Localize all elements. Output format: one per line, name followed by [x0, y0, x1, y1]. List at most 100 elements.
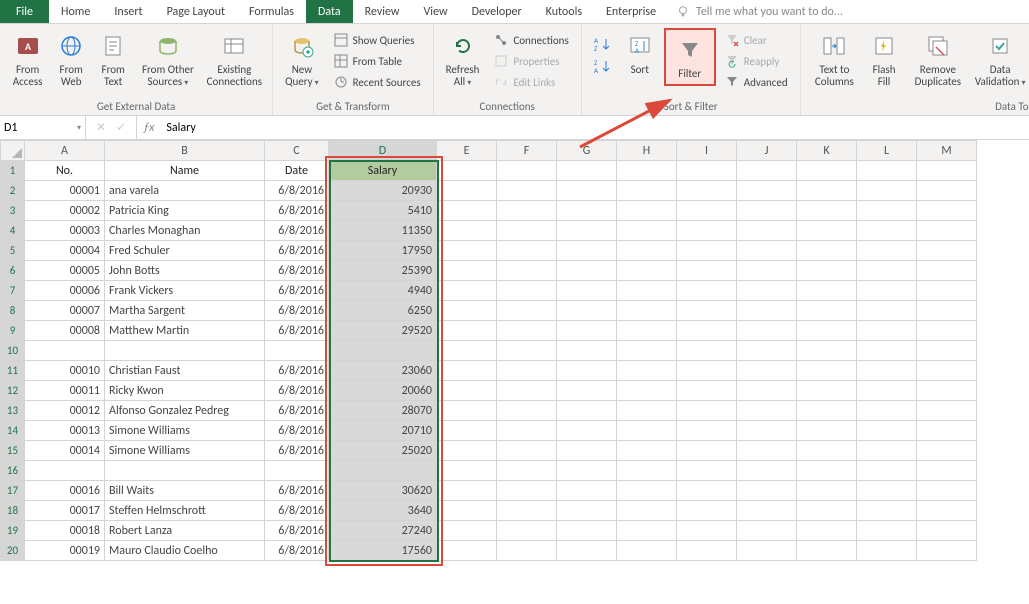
from-table-button[interactable]: From Table	[331, 51, 423, 71]
cell[interactable]	[617, 321, 677, 341]
row-header[interactable]: 6	[1, 261, 25, 281]
cell[interactable]	[617, 161, 677, 181]
cell[interactable]	[737, 481, 797, 501]
row-header[interactable]: 3	[1, 201, 25, 221]
cell[interactable]	[557, 421, 617, 441]
enter-formula-icon[interactable]: ✓	[116, 120, 126, 135]
cell[interactable]	[557, 441, 617, 461]
cell[interactable]	[797, 181, 857, 201]
cell[interactable]: 6/8/2016	[265, 221, 329, 241]
cell[interactable]	[437, 281, 497, 301]
from-access-button[interactable]: A From Access	[6, 28, 49, 90]
cell[interactable]	[557, 341, 617, 361]
cell[interactable]	[857, 481, 917, 501]
cell[interactable]	[917, 541, 977, 561]
cell[interactable]	[737, 281, 797, 301]
cell[interactable]	[677, 241, 737, 261]
show-queries-button[interactable]: Show Queries	[331, 30, 423, 50]
cell[interactable]	[105, 461, 265, 481]
cell[interactable]	[737, 361, 797, 381]
cell[interactable]	[917, 181, 977, 201]
row-header[interactable]: 5	[1, 241, 25, 261]
cell[interactable]	[557, 281, 617, 301]
cell[interactable]: Steffen Helmschrott	[105, 501, 265, 521]
cell[interactable]	[857, 181, 917, 201]
data-validation-button[interactable]: Data Validation▾	[972, 28, 1029, 90]
reapply-button[interactable]: Reapply	[722, 51, 790, 71]
cell[interactable]	[737, 401, 797, 421]
cell[interactable]	[437, 421, 497, 441]
cancel-formula-icon[interactable]: ✕	[96, 120, 106, 135]
cell[interactable]	[329, 341, 437, 361]
cell[interactable]: 6/8/2016	[265, 201, 329, 221]
cell[interactable]: 00003	[25, 221, 105, 241]
cell[interactable]	[917, 461, 977, 481]
cell[interactable]: 27240	[329, 521, 437, 541]
cell[interactable]	[617, 181, 677, 201]
cell[interactable]: 25390	[329, 261, 437, 281]
cell[interactable]	[737, 421, 797, 441]
cell[interactable]: 23060	[329, 361, 437, 381]
cell[interactable]	[797, 361, 857, 381]
row-header[interactable]: 4	[1, 221, 25, 241]
cell[interactable]: John Botts	[105, 261, 265, 281]
cell[interactable]: Martha Sargent	[105, 301, 265, 321]
cell[interactable]	[857, 461, 917, 481]
cell[interactable]	[557, 241, 617, 261]
cell[interactable]	[917, 201, 977, 221]
cell[interactable]	[497, 441, 557, 461]
cell[interactable]	[737, 221, 797, 241]
cell[interactable]	[917, 281, 977, 301]
cell[interactable]: 6/8/2016	[265, 421, 329, 441]
cell[interactable]: 00008	[25, 321, 105, 341]
cell[interactable]	[497, 501, 557, 521]
cell[interactable]	[677, 501, 737, 521]
cell[interactable]	[677, 361, 737, 381]
name-box-input[interactable]	[4, 121, 75, 135]
cell[interactable]	[497, 521, 557, 541]
cell[interactable]	[557, 301, 617, 321]
cell[interactable]	[437, 501, 497, 521]
row-header[interactable]: 14	[1, 421, 25, 441]
cell[interactable]	[737, 461, 797, 481]
cell[interactable]	[437, 361, 497, 381]
cell[interactable]	[497, 421, 557, 441]
cell[interactable]	[497, 281, 557, 301]
row-header[interactable]: 1	[1, 161, 25, 181]
cell[interactable]	[737, 541, 797, 561]
cell[interactable]: 6/8/2016	[265, 521, 329, 541]
cell[interactable]	[737, 321, 797, 341]
cell[interactable]: 00006	[25, 281, 105, 301]
cell[interactable]	[917, 501, 977, 521]
cell[interactable]	[677, 461, 737, 481]
cell[interactable]: 11350	[329, 221, 437, 241]
cell[interactable]	[857, 281, 917, 301]
cell[interactable]	[437, 161, 497, 181]
cell[interactable]	[557, 221, 617, 241]
from-other-sources-button[interactable]: From Other Sources▾	[135, 28, 200, 90]
cell[interactable]: 00012	[25, 401, 105, 421]
cell[interactable]	[557, 401, 617, 421]
cell[interactable]	[617, 301, 677, 321]
cell[interactable]	[737, 261, 797, 281]
cell[interactable]: 00017	[25, 501, 105, 521]
tab-enterprise[interactable]: Enterprise	[594, 0, 668, 23]
cell[interactable]	[497, 241, 557, 261]
cell[interactable]	[797, 401, 857, 421]
cell[interactable]: 5410	[329, 201, 437, 221]
cell[interactable]: 00001	[25, 181, 105, 201]
cell[interactable]: Bill Waits	[105, 481, 265, 501]
cell[interactable]: 17950	[329, 241, 437, 261]
cell[interactable]	[677, 261, 737, 281]
cell[interactable]	[617, 361, 677, 381]
row-header[interactable]: 20	[1, 541, 25, 561]
sort-desc-button[interactable]: ZA	[592, 56, 612, 76]
cell[interactable]	[677, 521, 737, 541]
cell[interactable]	[437, 241, 497, 261]
cell[interactable]	[857, 321, 917, 341]
cell[interactable]	[329, 461, 437, 481]
cell[interactable]	[797, 341, 857, 361]
cell[interactable]	[917, 481, 977, 501]
cell[interactable]: 6/8/2016	[265, 541, 329, 561]
column-header-F[interactable]: F	[497, 141, 557, 161]
